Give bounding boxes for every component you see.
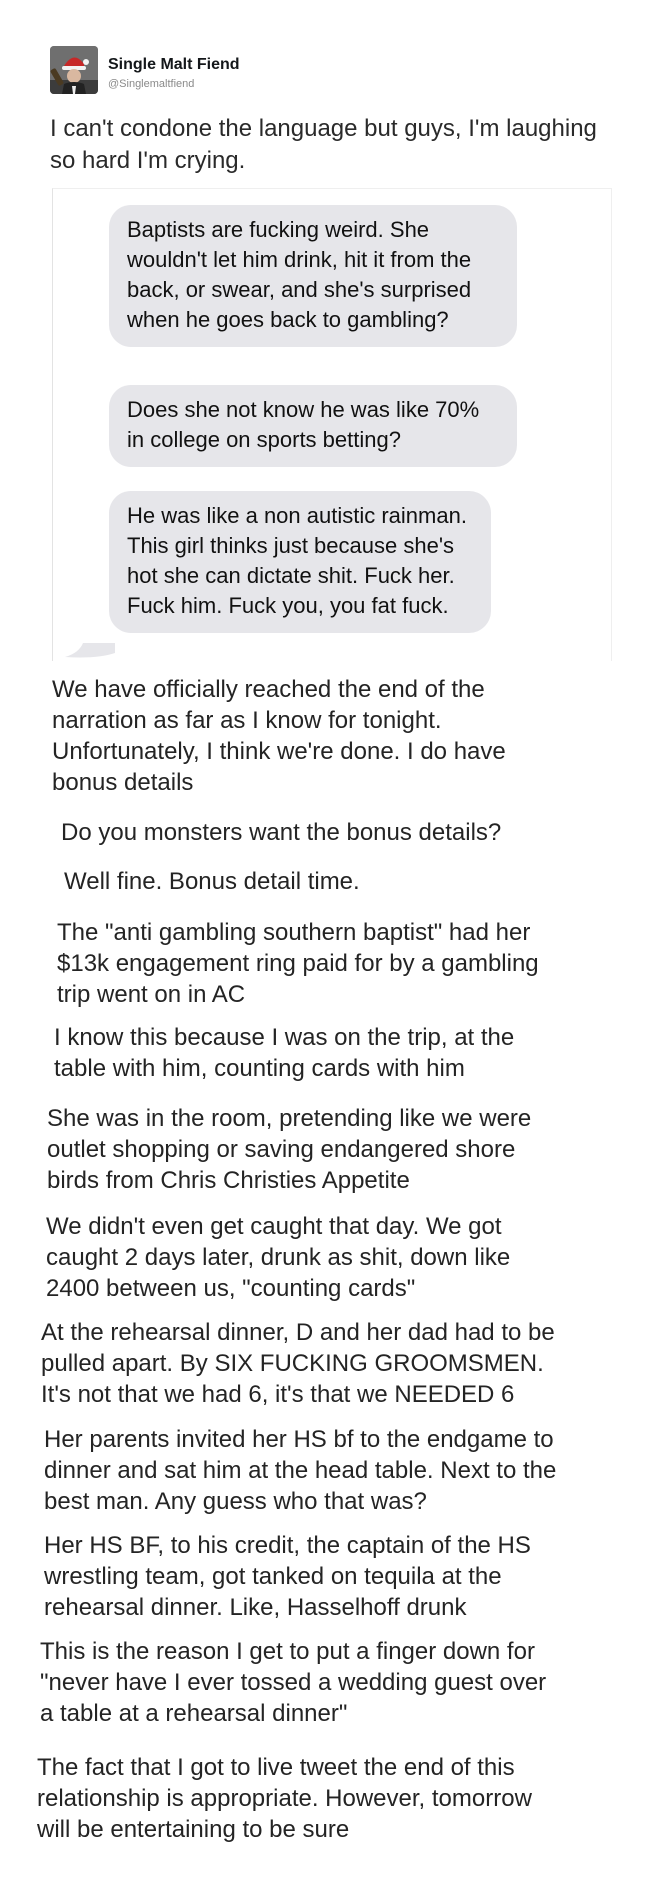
thread-text-line: The fact that I got to live tweet the en… bbox=[37, 1754, 532, 1843]
thread-text-line: At the rehearsal dinner, D and her dad h… bbox=[41, 1319, 555, 1408]
santa-hat-man-drinking-avatar-icon bbox=[50, 46, 98, 94]
message-bubble: Baptists are fucking weird. She wouldn't… bbox=[109, 205, 517, 347]
bubble-tail-icon bbox=[65, 643, 115, 658]
avatar[interactable] bbox=[50, 46, 98, 94]
thread-text-line: I know this because I was on the trip, a… bbox=[54, 1024, 515, 1082]
thread-text-line: She was in the room, pretending like we … bbox=[47, 1105, 532, 1194]
tweet-header: Single Malt Fiend @Singlemaltfiend bbox=[50, 46, 450, 96]
thread-text-line: Do you monsters want the bonus details? bbox=[61, 819, 502, 846]
author-name[interactable]: Single Malt Fiend bbox=[108, 56, 240, 74]
author-handle[interactable]: @Singlemaltfiend bbox=[108, 78, 194, 90]
thread-text-line: Her parents invited her HS bf to the end… bbox=[44, 1426, 557, 1515]
message-bubble: He was like a non autistic rainman. This… bbox=[109, 491, 491, 633]
message-bubble: Does she not know he was like 70% in col… bbox=[109, 385, 517, 467]
thread-text-line: Her HS BF, to his credit, the captain of… bbox=[44, 1532, 531, 1621]
thread-text-line: We didn't even get caught that day. We g… bbox=[46, 1213, 511, 1302]
tweet-text: I can't condone the language but guys, I… bbox=[50, 115, 597, 174]
thread-text-line: The "anti gambling southern baptist" had… bbox=[57, 919, 539, 1008]
thread-text-line: This is the reason I get to put a finger… bbox=[40, 1638, 547, 1727]
thread-text-line: We have officially reached the end of th… bbox=[52, 676, 506, 796]
embedded-message-screenshot[interactable]: Baptists are fucking weird. She wouldn't… bbox=[52, 188, 612, 661]
thread-text-line: Well fine. Bonus detail time. bbox=[64, 868, 360, 895]
